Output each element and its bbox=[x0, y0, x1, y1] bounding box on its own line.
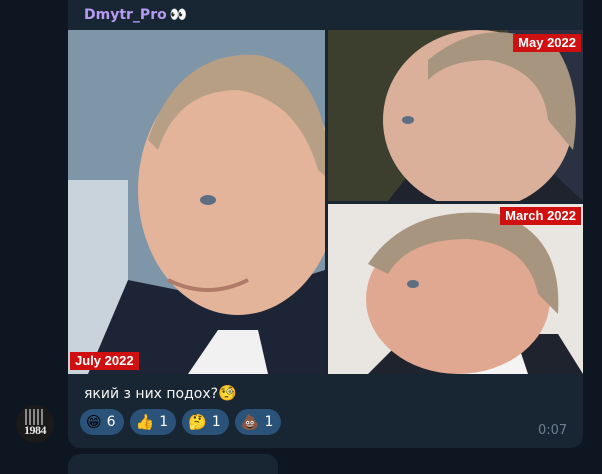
portrait-illustration bbox=[328, 204, 583, 374]
sender-avatar[interactable]: 1984 bbox=[16, 405, 54, 443]
sender-name-text[interactable]: Dmytr_Pro bbox=[84, 7, 167, 23]
thinking-emoji: 🤔 bbox=[188, 413, 207, 431]
photo-may-2022[interactable]: May 2022 bbox=[328, 30, 583, 201]
reaction-count: 1 bbox=[159, 414, 169, 430]
reaction-count: 6 bbox=[106, 414, 116, 430]
reactions-bar: 😁 6 👍 1 🤔 1 💩 1 bbox=[80, 409, 282, 435]
reaction-poop[interactable]: 💩 1 bbox=[234, 409, 282, 435]
photo-march-2022[interactable]: March 2022 bbox=[328, 204, 583, 374]
photo-july-2022[interactable]: July 2022 bbox=[68, 30, 325, 374]
next-message-bubble[interactable] bbox=[68, 454, 278, 474]
reaction-grin[interactable]: 😁 6 bbox=[80, 409, 124, 435]
message-caption: який з них подох?🧐 bbox=[84, 383, 237, 404]
photo-date-label: July 2022 bbox=[70, 352, 139, 370]
thumbs-up-emoji: 👍 bbox=[135, 413, 155, 431]
reaction-count: 1 bbox=[264, 414, 274, 430]
sender-emoji: 👀 bbox=[169, 7, 188, 23]
reaction-thinking[interactable]: 🤔 1 bbox=[182, 409, 229, 435]
sender-name[interactable]: Dmytr_Pro 👀 bbox=[84, 6, 187, 24]
photo-date-label: May 2022 bbox=[513, 34, 581, 52]
poop-emoji: 💩 bbox=[240, 413, 260, 431]
photo-date-label: March 2022 bbox=[500, 207, 581, 225]
monocle-face-emoji: 🧐 bbox=[218, 384, 237, 402]
reaction-thumbs-up[interactable]: 👍 1 bbox=[129, 409, 177, 435]
message-time: 0:07 bbox=[538, 423, 568, 438]
grin-emoji: 😁 bbox=[86, 413, 102, 431]
caption-text: який з них подох? bbox=[84, 386, 219, 402]
portrait-illustration bbox=[68, 30, 325, 374]
portrait-illustration bbox=[328, 30, 583, 201]
reaction-count: 1 bbox=[211, 414, 221, 430]
avatar-text: 1984 bbox=[24, 423, 47, 437]
